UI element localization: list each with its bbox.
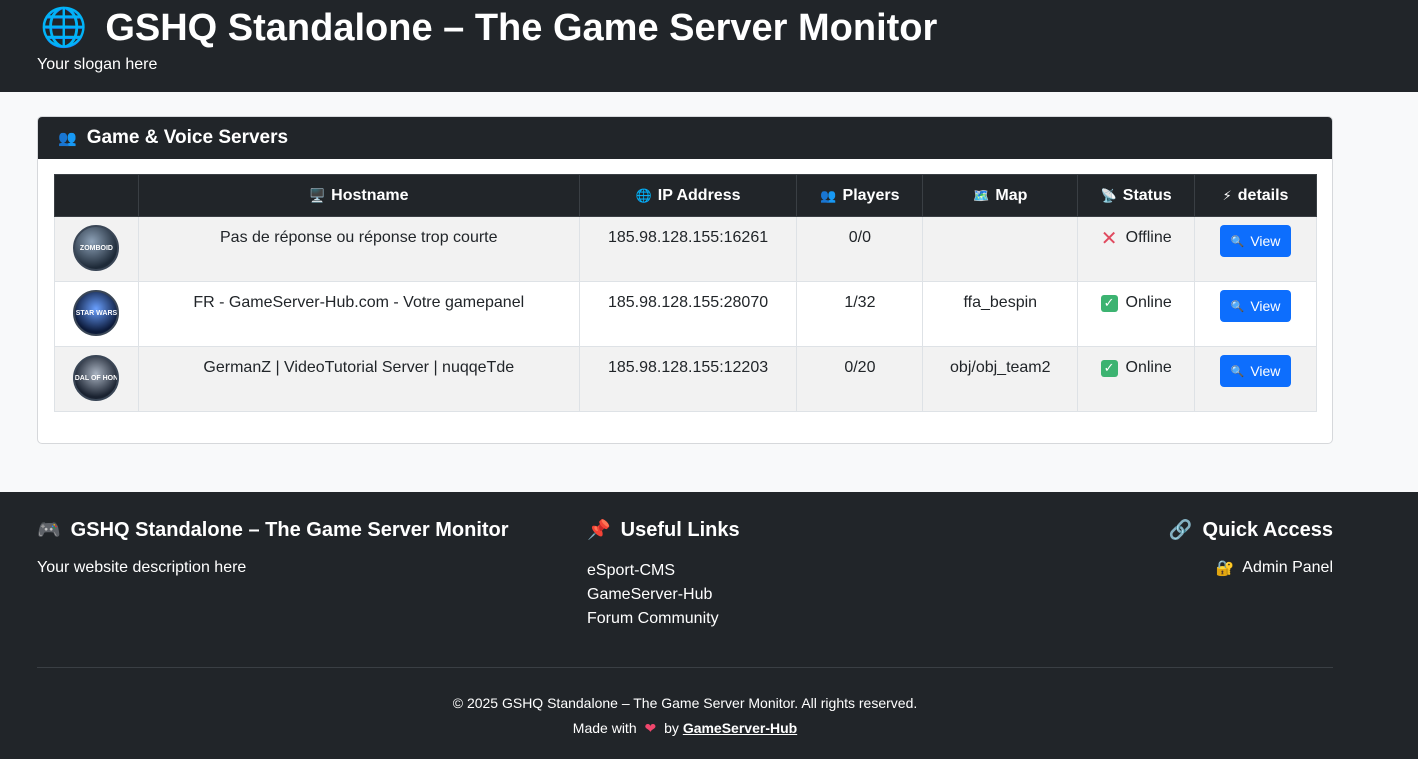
magnifier-icon: 🔍 <box>1230 365 1245 378</box>
col-map[interactable]: 🗺️ Map <box>922 174 1079 217</box>
status-cell: ✓ Online <box>1077 346 1196 412</box>
servers-card: 👥 Game & Voice Servers 🖥️ Hostname 🌐 IP Ad… <box>37 116 1333 444</box>
table-row: ZOMBOID Pas de réponse ou réponse trop c… <box>54 216 1317 282</box>
game-icon-cell: MEDAL OF HONOR <box>54 346 139 412</box>
game-logo-icon: MEDAL OF HONOR <box>73 355 120 401</box>
gamepad-icon: 🎮 <box>37 520 61 541</box>
check-icon: ✓ <box>1100 359 1118 377</box>
servers-table: 🖥️ Hostname 🌐 IP Address 👥 Players 🗺️ Map 📡 S… <box>54 174 1317 412</box>
globe-icon: 🌐 <box>40 7 88 49</box>
game-icon-cell: ZOMBOID <box>54 216 139 282</box>
table-row: STAR WARS FR - GameServer-Hub.com - Votr… <box>54 281 1317 347</box>
col-hostname[interactable]: 🖥️ Hostname <box>137 174 580 217</box>
check-icon: ✓ <box>1100 294 1118 312</box>
players-cell: 0/20 <box>796 346 924 412</box>
col-players[interactable]: 👥 Players <box>796 174 924 217</box>
magnifier-icon: 🔍 <box>1230 300 1245 313</box>
cross-icon: ✕ <box>1100 227 1118 250</box>
game-logo-icon: ZOMBOID <box>73 225 120 271</box>
magnifier-icon: 🔍 <box>1230 235 1245 248</box>
status-badge: ✕ Offline <box>1100 227 1172 250</box>
footer-divider <box>37 667 1333 668</box>
players-cell: 1/32 <box>796 281 924 347</box>
ip-cell: 185.98.128.155:28070 <box>578 281 798 347</box>
hostname-cell: FR - GameServer-Hub.com - Votre gamepane… <box>137 281 580 347</box>
author-link[interactable]: GameServer-Hub <box>683 720 797 736</box>
users-icon: 👥 <box>820 187 837 203</box>
status-cell: ✓ Online <box>1077 281 1196 347</box>
details-cell: 🔍 View <box>1194 346 1317 412</box>
game-icon-cell: STAR WARS <box>54 281 139 347</box>
col-status[interactable]: 📡 Status <box>1077 174 1196 217</box>
map-cell: obj/obj_team2 <box>922 346 1079 412</box>
footer-links: eSport-CMS GameServer-Hub Forum Communit… <box>587 559 719 631</box>
users-icon: 👥 <box>58 130 77 147</box>
table-row: MEDAL OF HONOR GermanZ | VideoTutorial S… <box>54 346 1317 412</box>
footer-quick-title: 🔗 Quick Access <box>1168 518 1333 542</box>
link-esport-cms[interactable]: eSport-CMS <box>587 559 719 583</box>
col-icon <box>54 174 139 217</box>
site-title[interactable]: 🌐 GSHQ Standalone – The Game Server Moni… <box>40 6 937 50</box>
admin-panel-link[interactable]: 🔐 Admin Panel <box>1216 559 1333 577</box>
status-cell: ✕ Offline <box>1077 216 1196 282</box>
lightning-icon: ⚡ <box>1222 187 1232 203</box>
status-badge: ✓ Online <box>1100 359 1172 377</box>
map-cell: ffa_bespin <box>922 281 1079 347</box>
ip-cell: 185.98.128.155:16261 <box>578 216 798 282</box>
players-cell: 0/0 <box>796 216 924 282</box>
link-forum-community[interactable]: Forum Community <box>587 607 719 631</box>
status-badge: ✓ Online <box>1100 294 1172 312</box>
link-icon: 🔗 <box>1168 520 1193 541</box>
site-slogan: Your slogan here <box>37 56 158 73</box>
col-details[interactable]: ⚡ details <box>1194 174 1317 217</box>
view-button[interactable]: 🔍 View <box>1220 225 1292 257</box>
heart-icon: ❤ <box>644 720 657 736</box>
view-button[interactable]: 🔍 View <box>1220 290 1292 322</box>
satellite-icon: 📡 <box>1100 187 1117 203</box>
site-title-text: GSHQ Standalone – The Game Server Monito… <box>105 6 938 49</box>
lock-icon: 🔐 <box>1215 560 1235 577</box>
game-logo-icon: STAR WARS <box>73 290 120 336</box>
link-gameserver-hub[interactable]: GameServer-Hub <box>587 583 719 607</box>
made-with: Made with ❤ by GameServer-Hub <box>572 720 798 736</box>
map-cell <box>922 216 1079 282</box>
top-header: 🌐 GSHQ Standalone – The Game Server Moni… <box>0 0 1418 92</box>
map-icon: 🗺️ <box>973 187 990 203</box>
ip-cell: 185.98.128.155:12203 <box>578 346 798 412</box>
globe-icon: 🌐 <box>635 187 652 203</box>
footer-description: Your website description here <box>37 559 247 576</box>
details-cell: 🔍 View <box>1194 216 1317 282</box>
monitor-icon: 🖥️ <box>308 187 326 203</box>
hostname-cell: Pas de réponse ou réponse trop courte <box>137 216 580 282</box>
view-button[interactable]: 🔍 View <box>1220 355 1292 387</box>
footer-about-title: 🎮 GSHQ Standalone – The Game Server Moni… <box>37 518 509 542</box>
col-ip[interactable]: 🌐 IP Address <box>578 174 798 217</box>
hostname-cell: GermanZ | VideoTutorial Server | nuqqeTd… <box>137 346 580 412</box>
copyright: © 2025 GSHQ Standalone – The Game Server… <box>452 695 918 711</box>
table-header-row: 🖥️ Hostname 🌐 IP Address 👥 Players 🗺️ Map 📡 S… <box>54 174 1317 217</box>
servers-card-header: 👥 Game & Voice Servers <box>38 117 1332 159</box>
servers-card-title: Game & Voice Servers <box>86 127 289 148</box>
footer-links-title: 📌 Useful Links <box>587 518 740 542</box>
details-cell: 🔍 View <box>1194 281 1317 347</box>
footer: 🎮 GSHQ Standalone – The Game Server Moni… <box>0 492 1418 759</box>
pin-icon: 📌 <box>587 520 611 541</box>
